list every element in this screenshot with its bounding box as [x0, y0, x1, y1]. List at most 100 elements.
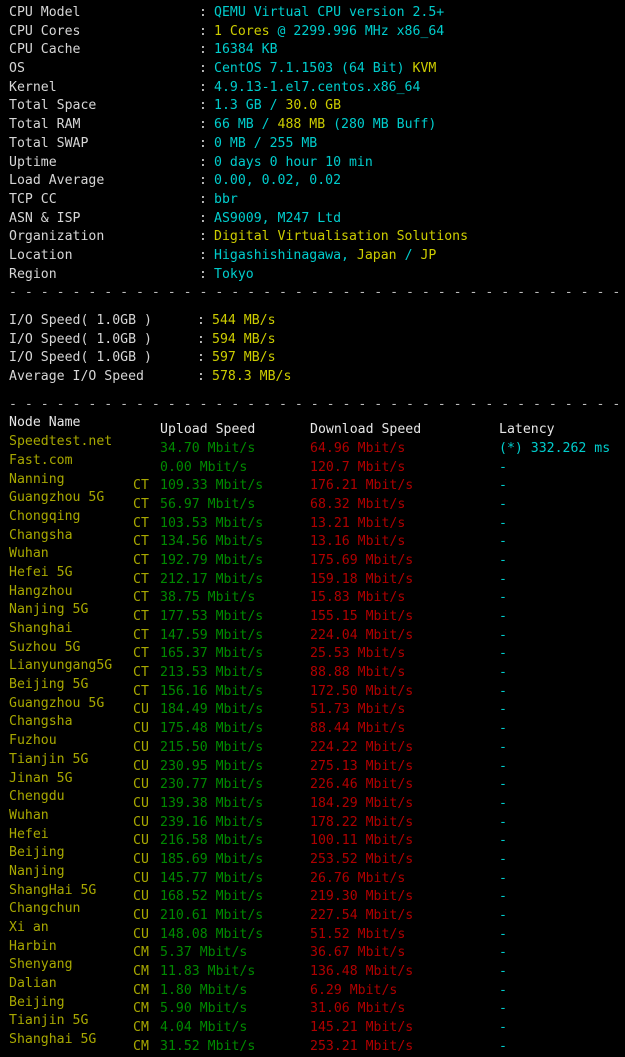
- cell-node-name: ShangHai 5G: [9, 882, 97, 898]
- io-label: I/O Speed( 1.0GB ): [9, 331, 152, 347]
- info-label: Uptime: [9, 154, 57, 170]
- info-value-tail: /: [396, 247, 421, 263]
- info-value-primary: Higashishinagawa,: [214, 247, 357, 263]
- info-value-highlight: Digital Virtualisation Solutions: [214, 229, 469, 245]
- info-separator: :: [199, 154, 207, 170]
- system-info-row: Total SWAP:0 MB / 255 MB: [9, 135, 625, 154]
- cell-node-name: Nanjing 5G: [9, 602, 89, 618]
- table-row: Chengdu CU 139.38 Mbit/s 184.29 Mbit/s -: [9, 788, 625, 811]
- table-row: Chongqing CT 103.53 Mbit/s 13.21 Mbit/s -: [9, 508, 625, 531]
- io-speed-row: I/O Speed( 1.0GB ):594 MB/s: [9, 331, 625, 350]
- io-speed-row: Average I/O Speed:578.3 MB/s: [9, 368, 625, 387]
- cell-node-name: Changsha: [9, 527, 73, 543]
- table-row: Jinan 5G CU 230.77 Mbit/s 226.46 Mbit/s -: [9, 770, 625, 793]
- info-label: TCP CC: [9, 191, 57, 207]
- io-separator: :: [197, 350, 205, 366]
- system-info-row: Total RAM:66 MB / 488 MB (280 MB Buff): [9, 116, 625, 135]
- info-separator: :: [199, 23, 207, 39]
- io-separator: :: [197, 369, 205, 385]
- cell-node-name: Shanghai 5G: [9, 1032, 97, 1048]
- table-row: Speedtest.net 34.70 Mbit/s 64.96 Mbit/s (*)…: [9, 433, 625, 456]
- cell-node-name: Beijing 5G: [9, 677, 89, 693]
- cell-node-name: Fuzhou: [9, 733, 57, 749]
- info-label: CPU Model: [9, 5, 81, 20]
- info-separator: :: [199, 266, 207, 282]
- info-label: Location: [9, 247, 73, 263]
- info-separator: :: [199, 191, 207, 207]
- info-label: Kernel: [9, 79, 57, 95]
- io-test-block: I/O Speed( 1.0GB ):544 MB/s I/O Speed( 1.…: [9, 312, 625, 387]
- cell-node-name: Wuhan: [9, 546, 49, 562]
- io-label: I/O Speed( 1.0GB ): [9, 350, 152, 366]
- table-row: Guangzhou 5G CU 184.49 Mbit/s 51.73 Mbit/s -: [9, 695, 625, 718]
- speedtest-table: Node Name Upload Speed Download Speed Laten…: [9, 414, 625, 1054]
- info-separator: :: [199, 98, 207, 114]
- info-separator: :: [199, 229, 207, 245]
- info-value-highlight: Japan: [356, 247, 397, 263]
- system-info-row: CPU Cores:1 Cores @ 2299.996 MHz x86_64: [9, 23, 625, 42]
- cell-latency: -: [499, 1038, 507, 1054]
- table-row: Wuhan CU 239.16 Mbit/s 178.22 Mbit/s -: [9, 807, 625, 830]
- io-separator: :: [197, 313, 205, 328]
- table-row: Beijing 5G CT 156.16 Mbit/s 172.50 Mbit/s -: [9, 676, 625, 699]
- info-separator: :: [199, 135, 207, 151]
- info-label: Organization: [9, 229, 105, 245]
- io-value: 594 MB/s: [212, 331, 276, 347]
- info-separator: :: [199, 79, 207, 95]
- table-row: ShangHai 5G CU 168.52 Mbit/s 219.30 Mbit/s -: [9, 882, 625, 905]
- info-value-highlight: 488 MB: [277, 117, 326, 133]
- info-value-primary: Tokyo: [214, 266, 254, 282]
- table-row: Changsha CU 175.48 Mbit/s 88.44 Mbit/s -: [9, 713, 625, 736]
- info-value-tail: (280 MB Buff): [325, 117, 437, 133]
- speedtest-header-row: Node Name Upload Speed Download Speed Laten…: [9, 414, 625, 437]
- cell-node-name: Harbin: [9, 938, 57, 954]
- cell-node-name: Hangzhou: [9, 583, 73, 599]
- table-row: Nanning CT 109.33 Mbit/s 176.21 Mbit/s -: [9, 471, 625, 494]
- info-value-primary: 1.3 GB /: [214, 98, 286, 114]
- info-separator: :: [199, 61, 207, 77]
- table-row: Nanjing CU 145.77 Mbit/s 26.76 Mbit/s -: [9, 863, 625, 886]
- info-value-primary: 0 days 0 hour 10 min: [214, 154, 373, 170]
- system-info-row: Uptime:0 days 0 hour 10 min: [9, 154, 625, 173]
- info-value-tail: @ 2299.996 MHz x86_64: [269, 23, 445, 39]
- info-separator: :: [199, 117, 207, 133]
- info-value-primary: 16384 KB: [214, 42, 278, 58]
- system-info-row: Total Space:1.3 GB / 30.0 GB: [9, 97, 625, 116]
- info-label: Total SWAP: [9, 135, 89, 151]
- table-row: Beijing CU 185.69 Mbit/s 253.52 Mbit/s -: [9, 844, 625, 867]
- io-speed-row: I/O Speed( 1.0GB ):597 MB/s: [9, 349, 625, 368]
- table-row: Guangzhou 5G CT 56.97 Mbit/s 68.32 Mbit/s -: [9, 489, 625, 512]
- table-row: Hefei 5G CT 212.17 Mbit/s 159.18 Mbit/s -: [9, 564, 625, 587]
- info-value-primary: 0.00, 0.02, 0.02: [214, 173, 342, 189]
- table-row: Tianjin 5G CU 230.95 Mbit/s 275.13 Mbit/s -: [9, 751, 625, 774]
- table-row: Shanghai 5G CM 31.52 Mbit/s 253.21 Mbit/s -: [9, 1031, 625, 1054]
- info-value-primary: 0 MB / 255 MB: [214, 135, 318, 151]
- cell-node-name: Hefei: [9, 826, 49, 842]
- terminal-output: CPU Model: QEMU Virtual CPU version 2.5+ C…: [0, 0, 625, 1054]
- divider-line-1: - - - - - - - - - - - - - - - - - - - - …: [9, 285, 621, 301]
- system-info-row: CPU Cache:16384 KB: [9, 41, 625, 60]
- cell-node-name: Guangzhou 5G: [9, 695, 105, 711]
- system-info-row: OS: CentOS 7.1.1503 (64 Bit) KVM: [9, 60, 625, 79]
- info-value-primary: 66 MB /: [214, 117, 278, 133]
- system-info-row: Organization: Digital Virtualisation Solu…: [9, 228, 625, 247]
- io-speed-row: I/O Speed( 1.0GB ):544 MB/s: [9, 312, 625, 331]
- io-value: 578.3 MB/s: [212, 369, 292, 385]
- info-value-primary: AS9009, M247 Ltd: [214, 210, 342, 226]
- system-info-row: Location: Higashishinagawa, Japan / JP: [9, 247, 625, 266]
- info-label: Load Average: [9, 173, 105, 189]
- info-value-highlight: 1 Cores: [214, 23, 270, 39]
- cell-node-name: Hefei 5G: [9, 564, 73, 580]
- io-value: 597 MB/s: [212, 350, 276, 366]
- system-info-row: CPU Model: QEMU Virtual CPU version 2.5+: [9, 4, 625, 23]
- cell-node-name: Nanning: [9, 471, 65, 487]
- table-row: Xi an CU 148.08 Mbit/s 51.52 Mbit/s -: [9, 919, 625, 942]
- cell-download-speed: 253.21 Mbit/s: [310, 1038, 414, 1054]
- table-row: Fuzhou CU 215.50 Mbit/s 224.22 Mbit/s -: [9, 732, 625, 755]
- table-row: Changchun CU 210.61 Mbit/s 227.54 Mbit/s -: [9, 900, 625, 923]
- cell-node-name: Lianyungang5G: [9, 658, 113, 674]
- info-value-highlight: KVM: [412, 61, 437, 77]
- info-label: OS: [9, 61, 25, 77]
- system-info-block: CPU Model: QEMU Virtual CPU version 2.5+ C…: [9, 4, 625, 284]
